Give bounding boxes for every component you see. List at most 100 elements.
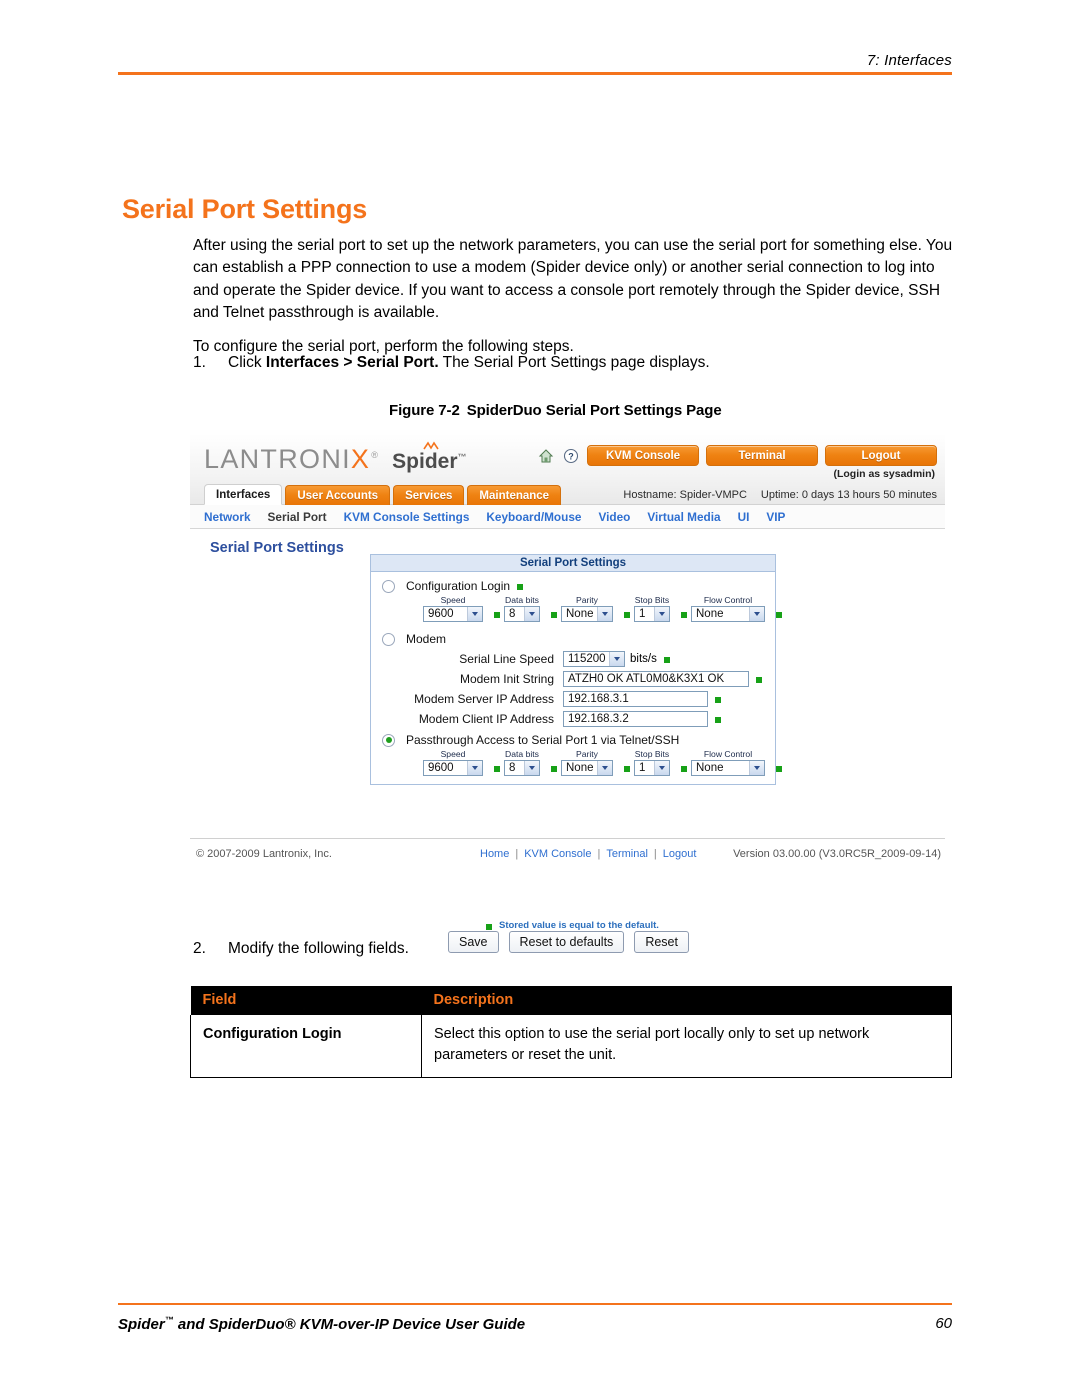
- flow-control-select[interactable]: None: [691, 606, 765, 622]
- link-separator: |: [597, 848, 601, 860]
- tab-interfaces[interactable]: Interfaces: [204, 484, 283, 505]
- stop-bits-select[interactable]: 1: [634, 606, 670, 622]
- figure-caption-text: SpiderDuo Serial Port Settings Page: [466, 402, 722, 419]
- stop-bits-select[interactable]: 1: [634, 760, 670, 776]
- terminal-button[interactable]: Terminal: [706, 445, 818, 466]
- uptime-label: Uptime: 0 days 13 hours 50 minutes: [760, 489, 937, 501]
- chevron-down-icon[interactable]: [654, 607, 669, 621]
- trademark-mark: ™: [164, 1315, 174, 1325]
- subnav-video[interactable]: Video: [598, 510, 630, 524]
- default-marker-icon: [517, 584, 524, 590]
- stop-bits-caption: Stop Bits: [634, 749, 670, 759]
- ui-top-banner: LANTRONIX® Spider™ ? KVM Console Termina…: [190, 434, 945, 505]
- speed-select[interactable]: 9600: [423, 606, 483, 622]
- radio-configuration-login[interactable]: [382, 579, 395, 593]
- guide-title-part2: and SpiderDuo: [173, 1316, 285, 1333]
- subnav-serial-port[interactable]: Serial Port: [268, 510, 327, 524]
- speed-select[interactable]: 9600: [423, 760, 483, 776]
- footer-link-kvm-console[interactable]: KVM Console: [524, 848, 591, 860]
- data-bits-select[interactable]: 8: [504, 606, 540, 622]
- step-2: 2. Modify the following fields.: [193, 940, 953, 958]
- marker-slot: [483, 760, 504, 776]
- subnav-ui[interactable]: UI: [738, 510, 750, 524]
- option-passthrough-label: Passthrough Access to Serial Port 1 via …: [406, 733, 680, 747]
- flow-control-field: Flow Control None: [691, 595, 765, 622]
- spider-wordmark-text: Spider: [392, 450, 458, 473]
- subnav-keyboard-mouse[interactable]: Keyboard/Mouse: [486, 510, 581, 524]
- radio-passthrough[interactable]: [382, 733, 395, 747]
- step-1-suffix: The Serial Port Settings page displays.: [438, 354, 710, 371]
- subnav-kvm-console-settings[interactable]: KVM Console Settings: [344, 510, 470, 524]
- data-bits-caption: Data bits: [505, 595, 539, 605]
- intro-paragraph: After using the serial port to set up th…: [193, 236, 953, 322]
- marker-slot: [765, 760, 786, 776]
- tab-maintenance[interactable]: Maintenance: [467, 485, 562, 505]
- table-header-row: Field Description: [190, 986, 952, 1015]
- serial-params-configuration-login: Speed 9600 Data bits 8 Parity None Stop …: [371, 595, 782, 622]
- guide-title-part3: KVM-over-IP Device User Guide: [295, 1316, 526, 1333]
- svg-text:?: ?: [568, 451, 574, 461]
- footer-link-home[interactable]: Home: [480, 848, 509, 860]
- footer-link-logout[interactable]: Logout: [663, 848, 697, 860]
- serial-line-speed-select[interactable]: 115200: [563, 651, 625, 667]
- marker-slot: [483, 606, 504, 622]
- parity-value: None: [566, 608, 594, 620]
- stop-bits-value: 1: [639, 762, 646, 774]
- chevron-down-icon[interactable]: [597, 607, 612, 621]
- chevron-down-icon[interactable]: [654, 761, 669, 775]
- step-1-number: 1.: [193, 354, 206, 371]
- data-bits-value: 8: [509, 762, 516, 774]
- radio-modem[interactable]: [382, 632, 395, 646]
- modem-client-ip-input[interactable]: 192.168.3.2: [563, 711, 708, 727]
- data-bits-value: 8: [509, 608, 516, 620]
- data-bits-select[interactable]: 8: [504, 760, 540, 776]
- footer-rule: [118, 1303, 952, 1305]
- kvm-console-button[interactable]: KVM Console: [587, 445, 699, 466]
- flow-control-select[interactable]: None: [691, 760, 765, 776]
- lantronix-logo: LANTRONIX® Spider™: [204, 441, 467, 475]
- chevron-down-icon[interactable]: [749, 607, 764, 621]
- speed-caption: Speed: [440, 595, 466, 605]
- chevron-down-icon[interactable]: [749, 761, 764, 775]
- tab-services[interactable]: Services: [393, 485, 465, 505]
- serial-params-passthrough: Speed 9600 Data bits 8 Parity None Stop …: [371, 749, 782, 776]
- chevron-down-icon[interactable]: [467, 607, 482, 621]
- default-marker-icon: [494, 612, 500, 618]
- parity-select[interactable]: None: [561, 760, 613, 776]
- data-bits-field: Data bits 8: [504, 749, 540, 776]
- modem-row-serial-line-speed: Serial Line Speed 115200 bits/s: [371, 651, 775, 667]
- help-icon[interactable]: ?: [562, 447, 580, 465]
- default-marker-icon: [681, 612, 687, 618]
- chevron-down-icon[interactable]: [524, 607, 539, 621]
- stop-bits-field: Stop Bits 1: [634, 595, 670, 622]
- logout-button[interactable]: Logout: [825, 445, 937, 466]
- chevron-down-icon[interactable]: [524, 761, 539, 775]
- column-header-field: Field: [190, 986, 422, 1015]
- step-2-number: 2.: [193, 940, 206, 957]
- default-marker-icon: [494, 766, 500, 772]
- marker-slot: [540, 760, 561, 776]
- data-bits-caption: Data bits: [505, 749, 539, 759]
- tab-user-accounts[interactable]: User Accounts: [285, 485, 391, 505]
- figure-caption: Figure 7-2 SpiderDuo Serial Port Settings…: [389, 402, 722, 419]
- chevron-down-icon[interactable]: [467, 761, 482, 775]
- subnav-virtual-media[interactable]: Virtual Media: [647, 510, 720, 524]
- page-running-header: 7: Interfaces: [118, 52, 952, 75]
- step-1-text: Click Interfaces > Serial Port. The Seri…: [228, 352, 953, 374]
- panel-title: Serial Port Settings: [371, 555, 775, 572]
- option-modem[interactable]: Modem: [371, 632, 775, 646]
- option-configuration-login[interactable]: Configuration Login: [371, 579, 775, 593]
- serial-port-settings-panel: Serial Port Settings Configuration Login…: [370, 554, 782, 785]
- option-passthrough[interactable]: Passthrough Access to Serial Port 1 via …: [371, 733, 775, 747]
- subnav-vip[interactable]: VIP: [766, 510, 785, 524]
- chevron-down-icon[interactable]: [609, 652, 624, 666]
- ui-page-heading: Serial Port Settings: [210, 540, 344, 556]
- modem-server-ip-input[interactable]: 192.168.3.1: [563, 691, 708, 707]
- footer-link-terminal[interactable]: Terminal: [606, 848, 648, 860]
- chevron-down-icon[interactable]: [597, 761, 612, 775]
- home-icon[interactable]: [537, 447, 555, 465]
- parity-select[interactable]: None: [561, 606, 613, 622]
- modem-init-string-input[interactable]: ATZH0 OK ATL0M0&K3X1 OK: [563, 671, 749, 687]
- speed-field: Speed 9600: [423, 595, 483, 622]
- subnav-network[interactable]: Network: [204, 510, 251, 524]
